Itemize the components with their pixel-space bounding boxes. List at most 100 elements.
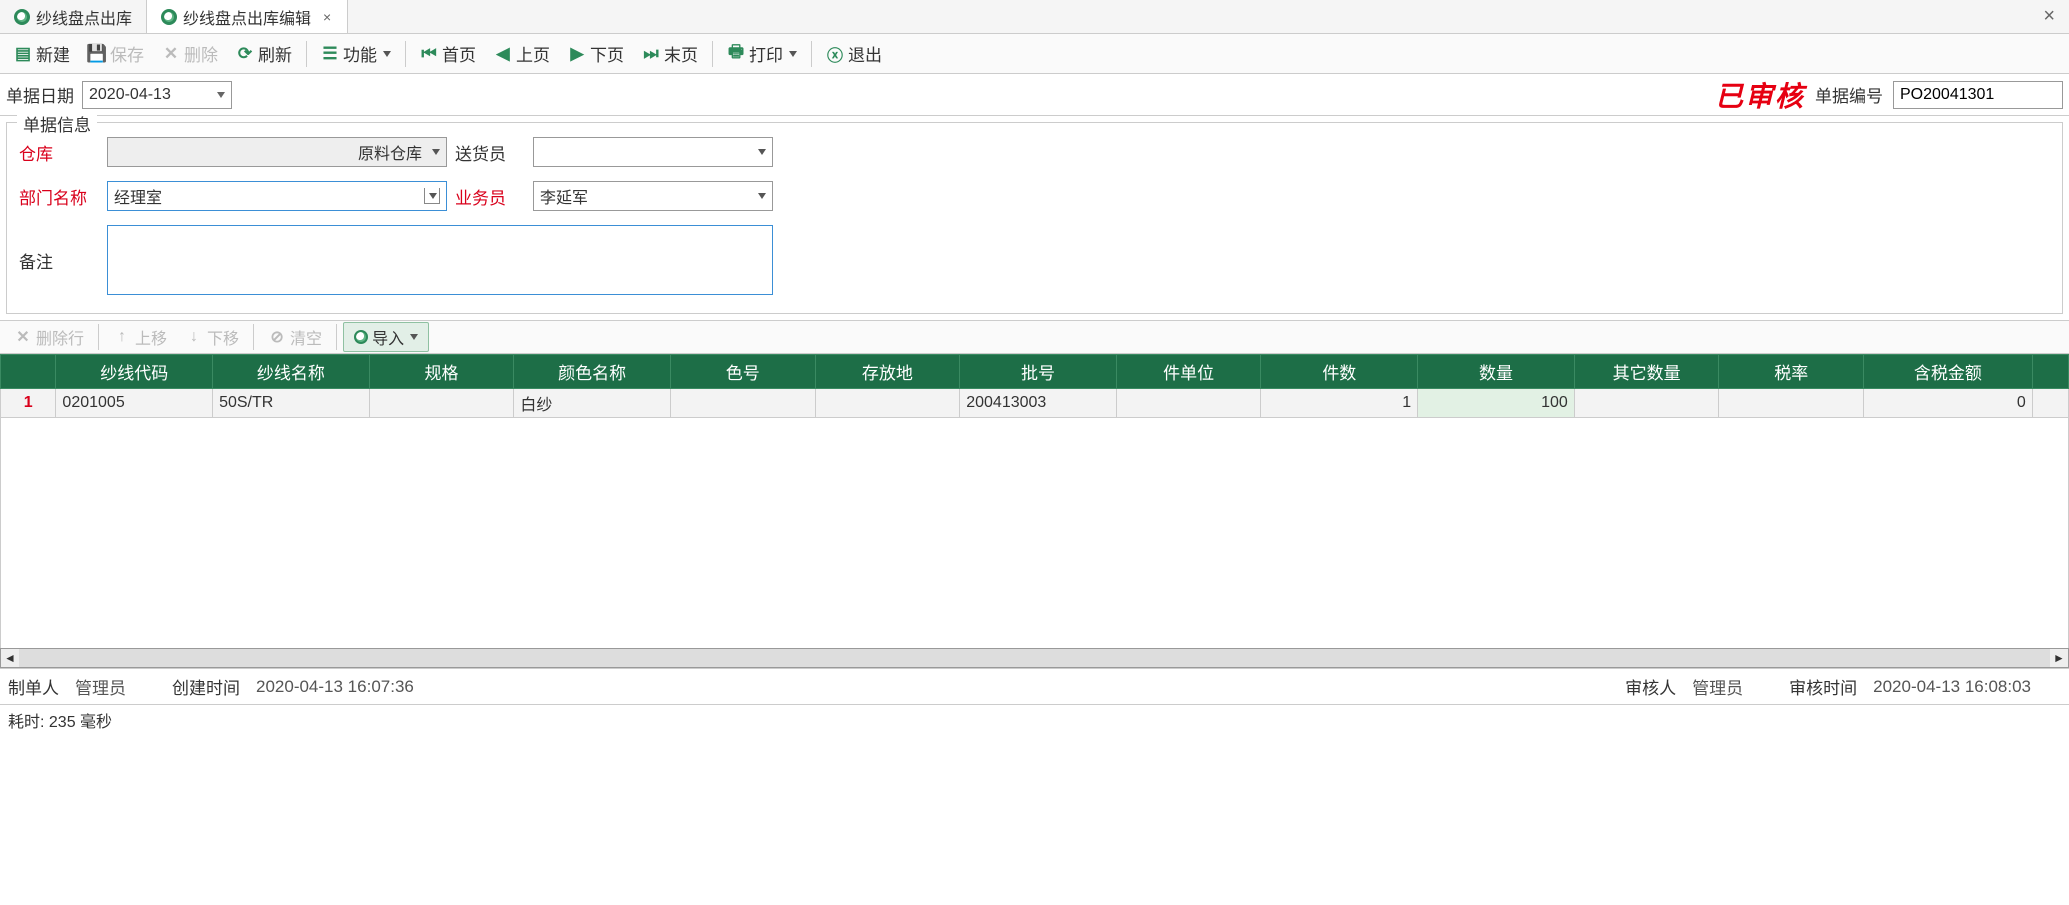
next-page-button[interactable]: ▶ 下页 — [560, 37, 632, 70]
scroll-track[interactable] — [19, 649, 2050, 667]
docno-field[interactable] — [1893, 81, 2063, 109]
creator-value: 管理员 — [75, 674, 126, 699]
audit-stamp: 已审核 — [1715, 75, 1805, 115]
data-grid[interactable]: 纱线代码 纱线名称 规格 颜色名称 色号 存放地 批号 件单位 件数 数量 其它… — [0, 354, 2069, 418]
status-text: 耗时: 235 毫秒 — [8, 708, 112, 732]
chevron-down-icon — [789, 51, 797, 57]
globe-icon — [161, 9, 177, 25]
cell-tax-amount[interactable]: 0 — [1864, 389, 2033, 418]
col-yarn-code[interactable]: 纱线代码 — [56, 355, 213, 389]
col-pieces[interactable]: 件数 — [1261, 355, 1418, 389]
creator-label: 制单人 — [8, 674, 59, 699]
move-down-button[interactable]: ↓ 下移 — [177, 321, 247, 353]
last-icon: ⏭ — [642, 45, 660, 63]
col-unit[interactable]: 件单位 — [1116, 355, 1261, 389]
audit-time-value: 2020-04-13 16:08:03 — [1873, 677, 2031, 697]
create-time-value: 2020-04-13 16:07:36 — [256, 677, 414, 697]
cell-other-qty[interactable] — [1574, 389, 1719, 418]
scroll-left-icon[interactable]: ◄ — [1, 651, 19, 665]
col-yarn-name[interactable]: 纱线名称 — [213, 355, 370, 389]
delete-row-label: 删除行 — [36, 325, 84, 349]
delete-label: 删除 — [184, 41, 218, 66]
delete-row-button[interactable]: ✕ 删除行 — [6, 321, 92, 353]
last-page-button[interactable]: ⏭ 末页 — [634, 37, 706, 70]
new-label: 新建 — [36, 41, 70, 66]
cell-overflow[interactable] — [2032, 389, 2068, 418]
print-button[interactable]: 🖶 打印 — [719, 37, 805, 70]
function-button[interactable]: ☰ 功能 — [313, 37, 399, 70]
col-rownum[interactable] — [1, 355, 56, 389]
col-tax-amount[interactable]: 含税金额 — [1864, 355, 2033, 389]
dept-select[interactable]: 经理室 — [107, 181, 447, 211]
first-icon: ⏮ — [420, 45, 438, 63]
move-up-label: 上移 — [135, 325, 167, 349]
refresh-icon: ⟳ — [236, 45, 254, 63]
exit-icon: ⓧ — [826, 45, 844, 63]
last-label: 末页 — [664, 41, 698, 66]
col-spec[interactable]: 规格 — [369, 355, 514, 389]
save-label: 保存 — [110, 41, 144, 66]
print-icon: 🖶 — [727, 45, 745, 63]
panel-legend: 单据信息 — [17, 111, 97, 136]
col-qty[interactable]: 数量 — [1418, 355, 1575, 389]
col-tax-rate[interactable]: 税率 — [1719, 355, 1864, 389]
audit-time-label: 审核时间 — [1789, 674, 1857, 699]
import-button[interactable]: 导入 — [343, 322, 429, 352]
close-icon[interactable]: × — [321, 9, 333, 25]
cell-batch[interactable]: 200413003 — [960, 389, 1117, 418]
cell-color-name[interactable]: 白纱 — [514, 389, 671, 418]
scroll-right-icon[interactable]: ► — [2050, 651, 2068, 665]
cell-spec[interactable] — [369, 389, 514, 418]
cell-qty[interactable]: 100 — [1418, 389, 1575, 418]
prev-page-button[interactable]: ◀ 上页 — [486, 37, 558, 70]
first-page-button[interactable]: ⏮ 首页 — [412, 37, 484, 70]
create-time-label: 创建时间 — [172, 674, 240, 699]
salesman-select[interactable]: 李延军 — [533, 181, 773, 211]
col-color-no[interactable]: 色号 — [671, 355, 816, 389]
cell-unit[interactable] — [1116, 389, 1261, 418]
auditor-value: 管理员 — [1692, 674, 1743, 699]
delete-icon: ✕ — [162, 45, 180, 63]
col-color-name[interactable]: 颜色名称 — [514, 355, 671, 389]
docno-label: 单据编号 — [1815, 82, 1883, 107]
new-button[interactable]: ▤ 新建 — [6, 37, 78, 70]
cell-yarn-code[interactable]: 0201005 — [56, 389, 213, 418]
table-row[interactable]: 1 0201005 50S/TR 白纱 200413003 1 100 0 — [1, 389, 2069, 418]
cell-location[interactable] — [815, 389, 960, 418]
col-other-qty[interactable]: 其它数量 — [1574, 355, 1719, 389]
deliverer-select[interactable] — [533, 137, 773, 167]
tab-yarn-check-out-edit[interactable]: 纱线盘点出库编辑 × — [147, 0, 348, 33]
save-button[interactable]: 💾 保存 — [80, 37, 152, 70]
data-grid-container: 纱线代码 纱线名称 规格 颜色名称 色号 存放地 批号 件单位 件数 数量 其它… — [0, 354, 2069, 669]
move-up-button[interactable]: ↑ 上移 — [105, 321, 175, 353]
clear-label: 清空 — [290, 325, 322, 349]
globe-icon — [14, 9, 30, 25]
separator — [306, 41, 307, 67]
horizontal-scrollbar[interactable]: ◄ ► — [0, 648, 2069, 668]
cell-pieces[interactable]: 1 — [1261, 389, 1418, 418]
col-batch[interactable]: 批号 — [960, 355, 1117, 389]
separator — [811, 41, 812, 67]
remark-field[interactable] — [107, 225, 773, 295]
date-picker[interactable]: 2020-04-13 — [82, 81, 232, 109]
grid-empty-area[interactable] — [0, 418, 2069, 648]
exit-label: 退出 — [848, 41, 882, 66]
cell-color-no[interactable] — [671, 389, 816, 418]
refresh-button[interactable]: ⟳ 刷新 — [228, 37, 300, 70]
save-icon: 💾 — [88, 45, 106, 63]
col-overflow[interactable] — [2032, 355, 2068, 389]
exit-button[interactable]: ⓧ 退出 — [818, 37, 890, 70]
warehouse-select[interactable]: 原料仓库 — [107, 137, 447, 167]
clear-button[interactable]: ⊘ 清空 — [260, 321, 330, 353]
separator — [253, 324, 254, 350]
delete-button[interactable]: ✕ 删除 — [154, 37, 226, 70]
delete-icon: ✕ — [14, 328, 32, 346]
separator — [336, 324, 337, 350]
col-location[interactable]: 存放地 — [815, 355, 960, 389]
cell-yarn-name[interactable]: 50S/TR — [213, 389, 370, 418]
date-label: 单据日期 — [6, 82, 74, 107]
cell-tax-rate[interactable] — [1719, 389, 1864, 418]
close-all-button[interactable]: × — [2029, 0, 2069, 33]
auditor-label: 审核人 — [1625, 674, 1676, 699]
tab-yarn-check-out[interactable]: 纱线盘点出库 — [0, 0, 147, 33]
